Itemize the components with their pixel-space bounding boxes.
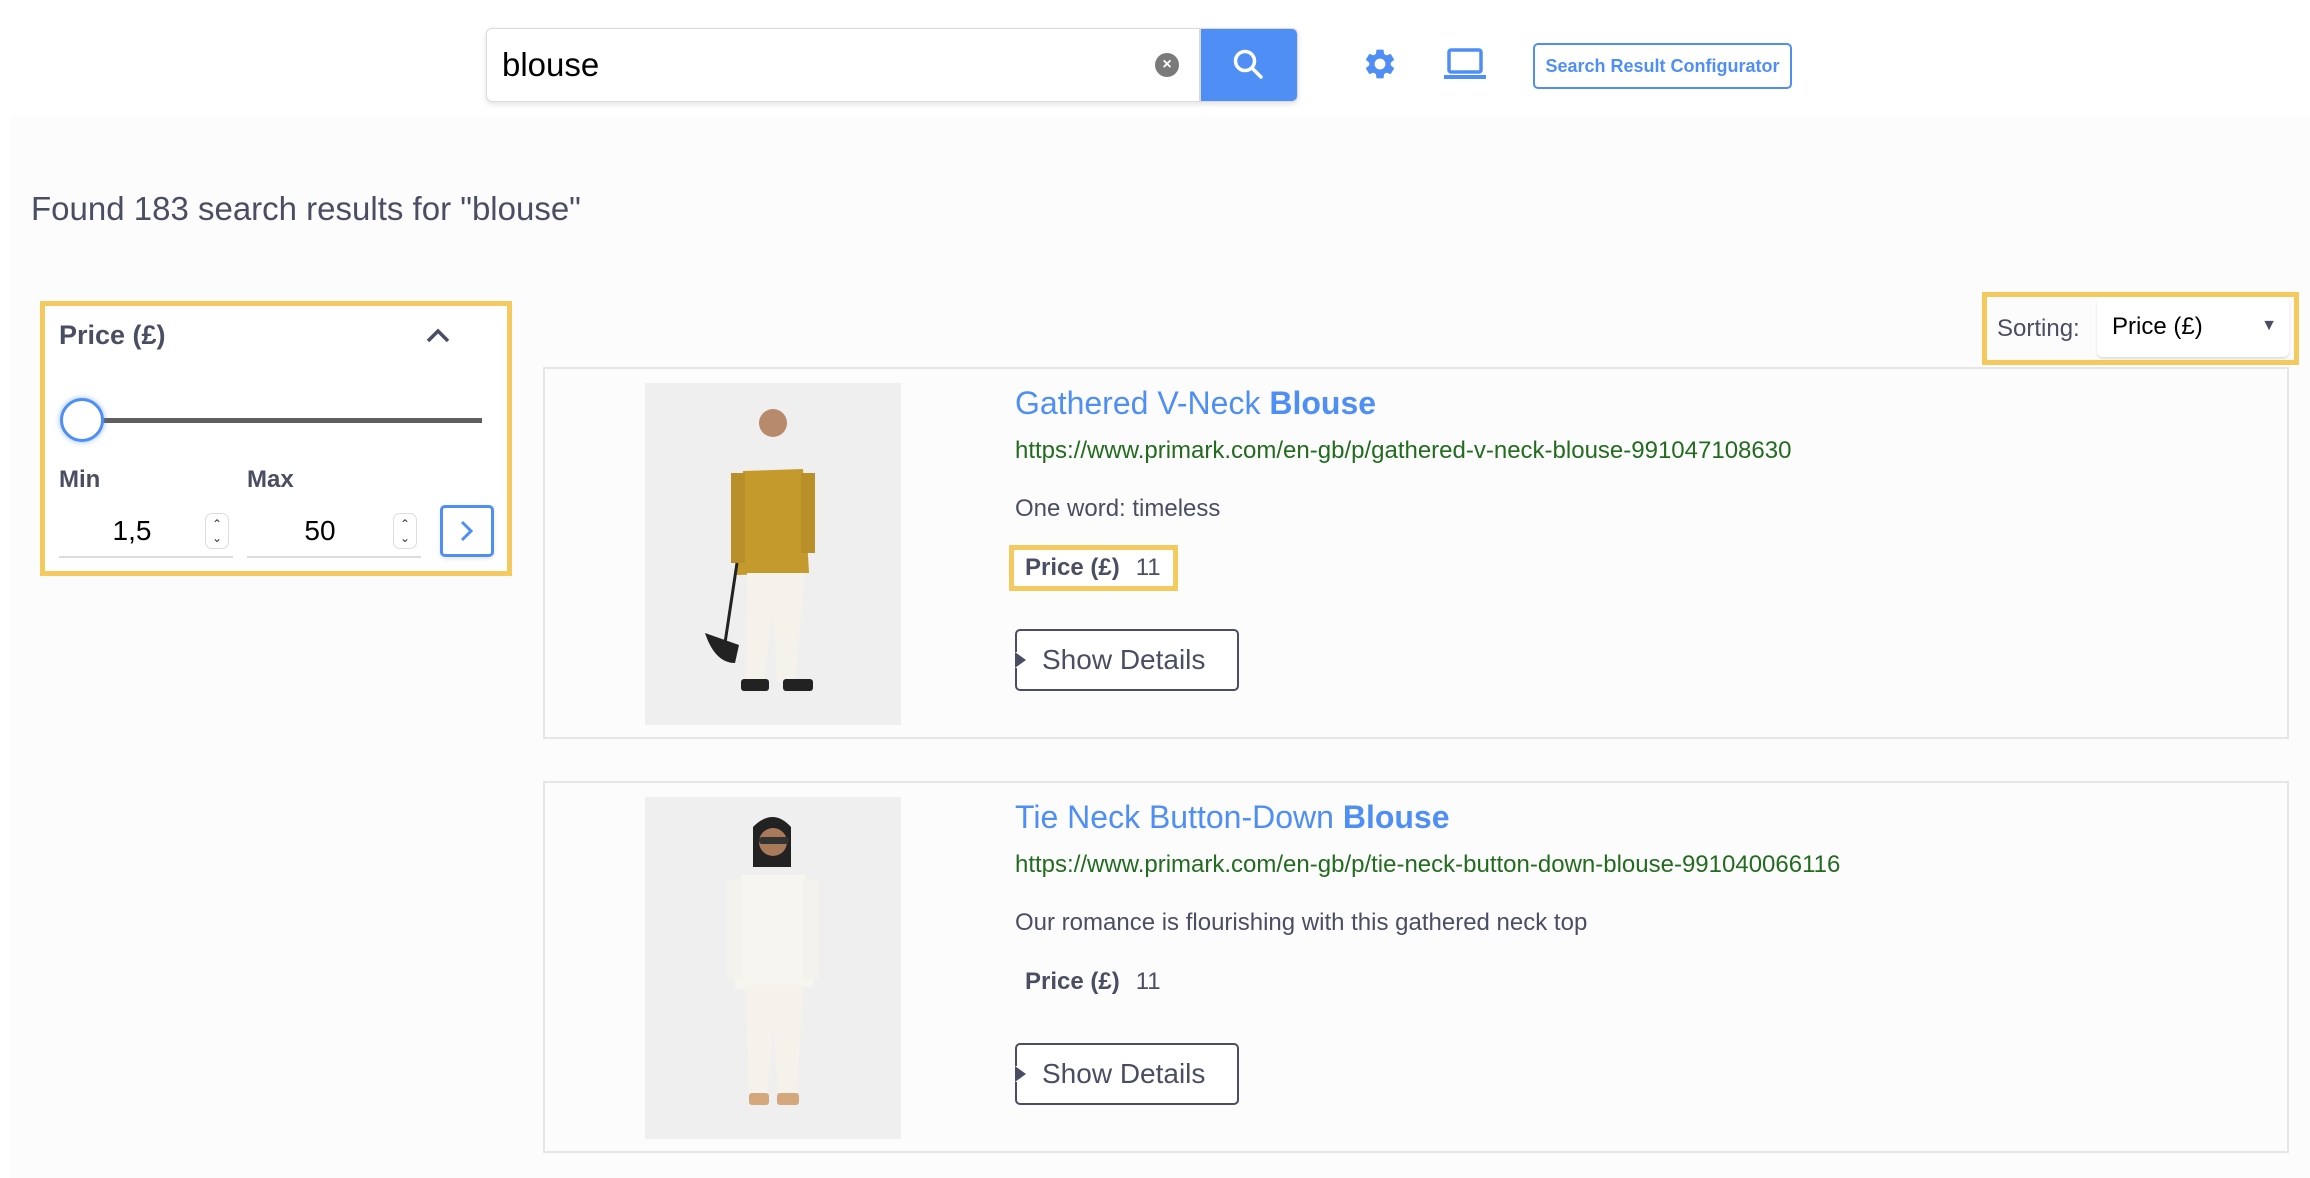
min-price-stepper[interactable]: ⌃ ⌄ <box>205 513 229 549</box>
sorting-control: Sorting: Price (£) ▼ <box>1982 292 2299 365</box>
result-title-link[interactable]: Gathered V-Neck Blouse <box>1015 385 1376 422</box>
show-details-button[interactable]: Show Details <box>1015 1043 1239 1105</box>
product-image[interactable] <box>645 797 901 1139</box>
search-icon <box>1233 49 1263 79</box>
product-image[interactable] <box>645 383 901 725</box>
disclosure-triangle-icon <box>1015 652 1026 668</box>
laptop-icon[interactable] <box>1444 48 1486 80</box>
price-label: Price (£) <box>1025 968 1120 995</box>
price-facet: Price (£) Min Max 1,5 ⌃ ⌄ 50 ⌃ ⌄ <box>40 301 512 576</box>
clear-icon[interactable]: × <box>1155 53 1179 77</box>
result-title-link[interactable]: Tie Neck Button-Down Blouse <box>1015 799 1450 836</box>
min-price-value[interactable]: 1,5 <box>59 515 205 547</box>
result-item: Tie Neck Button-Down Blouse https://www.… <box>543 781 2289 1153</box>
apply-price-button[interactable] <box>440 505 494 557</box>
show-details-label: Show Details <box>1042 644 1206 675</box>
show-details-button[interactable]: Show Details <box>1015 629 1239 691</box>
result-item: Gathered V-Neck Blouse https://www.prima… <box>543 367 2289 739</box>
price-value: 11 <box>1135 968 1161 995</box>
chevron-up-icon[interactable] <box>425 326 451 344</box>
disclosure-triangle-icon <box>1015 1066 1026 1082</box>
search-bar: × <box>486 28 1298 102</box>
min-label: Min <box>59 466 101 493</box>
sorting-select[interactable]: Price (£) ▼ <box>2097 297 2289 357</box>
sorting-label: Sorting: <box>1997 314 2080 342</box>
result-price: Price (£) 11 <box>1009 959 1178 1005</box>
price-value: 11 <box>1135 554 1161 581</box>
max-label: Max <box>247 466 294 493</box>
show-details-label: Show Details <box>1042 1058 1206 1089</box>
result-description: One word: timeless <box>1015 495 1221 522</box>
max-price-stepper[interactable]: ⌃ ⌄ <box>393 513 417 549</box>
result-description: Our romance is flourishing with this gat… <box>1015 909 1588 936</box>
facet-title: Price (£) <box>59 320 166 350</box>
product-photo-illustration <box>645 797 901 1139</box>
product-photo-illustration <box>645 383 901 725</box>
search-result-configurator-button[interactable]: Search Result Configurator <box>1533 43 1792 89</box>
result-price: Price (£) 11 <box>1009 545 1178 591</box>
price-slider-track[interactable] <box>95 418 482 423</box>
search-button[interactable] <box>1199 29 1297 101</box>
dropdown-arrow-icon: ▼ <box>2261 317 2277 334</box>
chevron-right-icon <box>460 520 474 542</box>
gear-icon[interactable] <box>1362 46 1398 82</box>
result-url[interactable]: https://www.primark.com/en-gb/p/gathered… <box>1015 437 1791 465</box>
sorting-selected-value: Price (£) <box>2112 313 2203 340</box>
price-slider-handle[interactable] <box>60 398 104 442</box>
search-input[interactable] <box>487 29 1155 101</box>
max-price-input[interactable]: 50 ⌃ ⌄ <box>247 506 421 558</box>
result-count-text: Found 183 search results for "blouse" <box>31 190 581 227</box>
min-price-input[interactable]: 1,5 ⌃ ⌄ <box>59 506 233 558</box>
max-price-value[interactable]: 50 <box>247 515 393 547</box>
price-label: Price (£) <box>1025 554 1120 581</box>
result-url[interactable]: https://www.primark.com/en-gb/p/tie-neck… <box>1015 851 1840 879</box>
